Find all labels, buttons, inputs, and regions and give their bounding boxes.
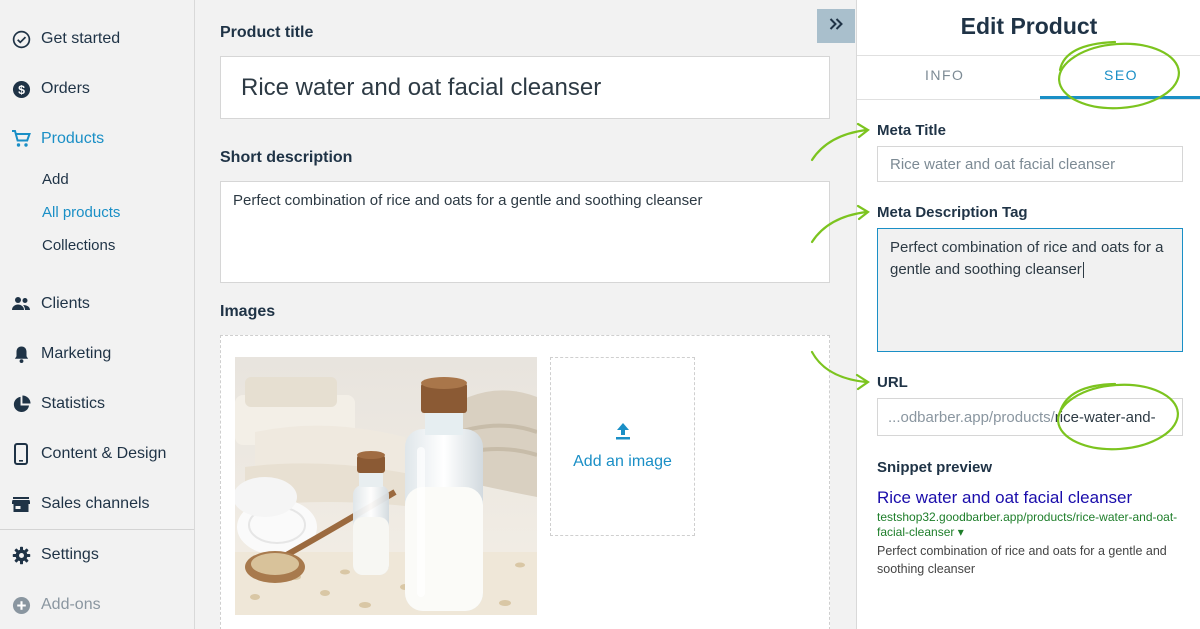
divider (857, 99, 1200, 100)
add-image-button[interactable]: Add an image (550, 357, 695, 536)
sidebar-divider (0, 529, 194, 530)
sidebar-item-label: Products (41, 130, 105, 147)
expand-panel-button[interactable] (817, 9, 855, 43)
sidebar-item-get-started[interactable]: Get started (0, 19, 194, 59)
meta-title-input[interactable]: Rice water and oat facial cleanser (877, 146, 1183, 182)
text-caret (1082, 262, 1084, 279)
product-title-input[interactable]: Rice water and oat facial cleanser (220, 56, 830, 119)
pie-chart-icon (11, 394, 31, 414)
phone-icon (11, 443, 31, 465)
url-slug: rice-water-and- (1054, 408, 1156, 426)
sidebar-item-label: Clients (41, 295, 90, 312)
snippet-preview-label: Snippet preview (877, 459, 993, 476)
bell-icon (11, 344, 31, 364)
product-image[interactable] (235, 357, 537, 615)
add-image-label: Add an image (573, 453, 672, 470)
snippet-description: Perfect combination of rice and oats for… (877, 544, 1167, 576)
double-chevron-right-icon (829, 17, 843, 35)
store-icon (11, 494, 31, 514)
sidebar-item-sales-channels[interactable]: Sales channels (0, 484, 194, 524)
images-label: Images (220, 303, 276, 320)
snippet-title: Rice water and oat facial cleanser (877, 488, 1133, 507)
sidebar-item-label: Get started (41, 30, 121, 47)
check-circle-icon (11, 29, 31, 49)
edit-product-panel: Edit Product INFO SEO Meta Title Rice wa… (856, 0, 1200, 629)
sidebar-subitem-add[interactable]: Add (42, 171, 69, 188)
product-title-label: Product title (220, 24, 314, 41)
sidebar-subitem-all-products[interactable]: All products (42, 204, 120, 221)
sidebar-item-label: Statistics (41, 395, 106, 412)
divider (857, 55, 1200, 56)
sidebar-item-label: Sales channels (41, 495, 150, 512)
images-dropzone: Add an image (220, 335, 830, 629)
sidebar-item-label: Orders (41, 80, 90, 97)
sidebar: Get started $ Orders Products Add All pr… (0, 0, 195, 629)
sidebar-item-label: Content & Design (41, 445, 167, 462)
snippet-url: testshop32.goodbarber.app/products/rice-… (877, 510, 1178, 539)
url-label: URL (877, 374, 908, 391)
sidebar-item-clients[interactable]: Clients (0, 284, 194, 324)
cart-icon (11, 129, 31, 149)
sidebar-item-label: Add-ons (41, 596, 101, 613)
sidebar-item-marketing[interactable]: Marketing (0, 334, 194, 374)
sidebar-subitem-collections[interactable]: Collections (42, 237, 115, 254)
upload-icon (615, 422, 631, 445)
tab-info[interactable]: INFO (925, 67, 964, 83)
sidebar-item-products[interactable]: Products (0, 119, 194, 159)
meta-description-label: Meta Description Tag (877, 204, 1028, 221)
url-input[interactable]: ...odbarber.app/products/rice-water-and- (877, 398, 1183, 436)
sidebar-item-settings[interactable]: Settings (0, 535, 194, 575)
gear-icon (11, 545, 31, 565)
people-icon (11, 294, 31, 314)
sidebar-item-statistics[interactable]: Statistics (0, 384, 194, 424)
dollar-circle-icon: $ (11, 79, 31, 99)
meta-title-label: Meta Title (877, 122, 946, 139)
svg-text:$: $ (18, 82, 25, 96)
product-editor: Product title Rice water and oat facial … (195, 0, 856, 629)
sidebar-item-label: Settings (41, 546, 99, 563)
tab-seo[interactable]: SEO (1104, 67, 1138, 83)
url-prefix: ...odbarber.app/products/ (888, 408, 1055, 426)
plus-circle-icon (11, 595, 31, 615)
sidebar-item-label: Marketing (41, 345, 112, 362)
panel-title: Edit Product (960, 13, 1098, 39)
sidebar-item-orders[interactable]: $ Orders (0, 69, 194, 109)
sidebar-item-content-design[interactable]: Content & Design (0, 434, 194, 474)
sidebar-item-add-ons[interactable]: Add-ons (0, 585, 194, 625)
meta-description-text: Perfect combination of rice and oats for… (890, 239, 1164, 279)
short-description-label: Short description (220, 149, 353, 166)
short-description-input[interactable]: Perfect combination of rice and oats for… (220, 181, 830, 283)
meta-description-textarea[interactable]: Perfect combination of rice and oats for… (877, 228, 1183, 352)
